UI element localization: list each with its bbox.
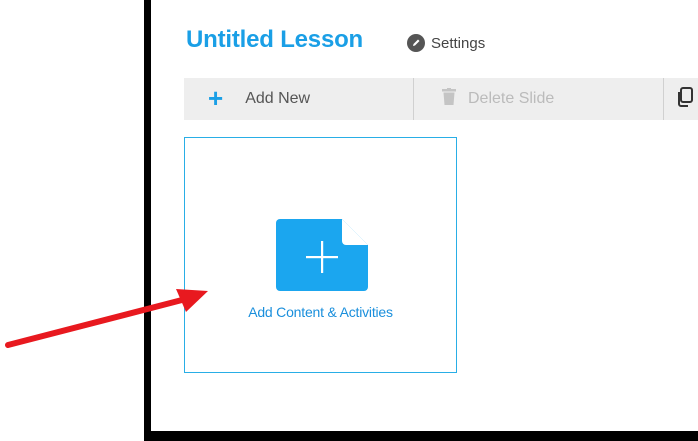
- red-arrow: [5, 289, 208, 348]
